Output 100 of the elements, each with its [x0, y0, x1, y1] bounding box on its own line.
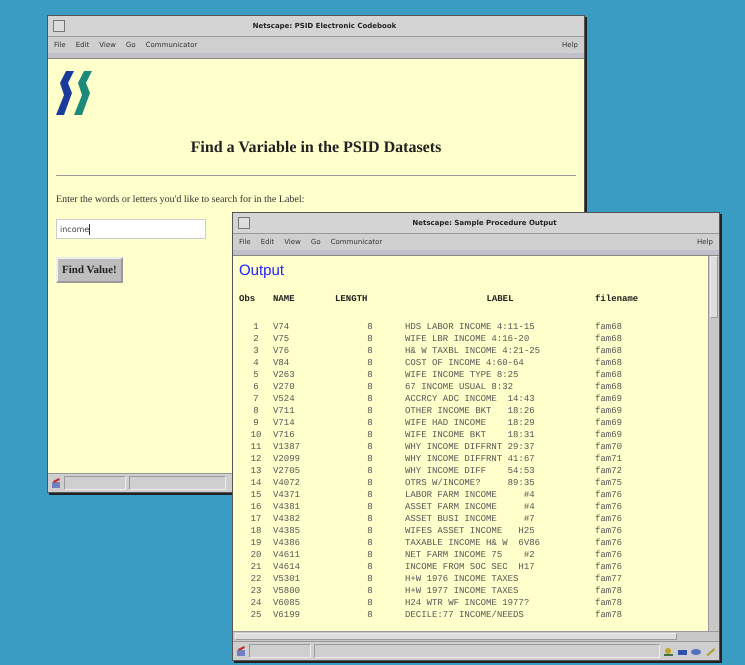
- discussion-icon[interactable]: [691, 646, 702, 656]
- table-cell-text: V263: [273, 369, 296, 381]
- table-cell-text: fam68: [595, 381, 624, 393]
- table-cell-text: 13: [250, 465, 262, 477]
- table-cell-text: 8: [366, 393, 374, 405]
- table-cell-text: 8: [366, 537, 374, 549]
- output-heading: Output: [239, 262, 286, 279]
- table-cell-text: ACCRCY ADC INCOME 14:43: [405, 393, 536, 405]
- table-cell-text: 8: [366, 597, 374, 609]
- table-cell-text: 8: [366, 477, 374, 489]
- table-cell-text: fam69: [595, 393, 624, 405]
- table-cell-text: 17: [250, 513, 262, 525]
- table-cell-text: 1: [252, 321, 260, 333]
- table-cell-text: 24: [250, 597, 262, 609]
- table-cell-text: V1387: [273, 441, 302, 453]
- table-cell-text: HDS LABOR INCOME 4:11-15: [405, 321, 536, 333]
- table-cell-text: H+W 1977 INCOME TAXES: [405, 585, 520, 597]
- window-menu-button[interactable]: [53, 20, 65, 32]
- column-header: LENGTH: [335, 293, 368, 305]
- table-cell-text: 15: [250, 489, 262, 501]
- table-cell-text: 18: [250, 525, 262, 537]
- table-cell-text: V2099: [273, 453, 302, 465]
- table-cell-text: 8: [366, 561, 374, 573]
- table-cell-text: V75: [273, 333, 290, 345]
- table-cell-text: 8: [366, 333, 374, 345]
- navigator-icon[interactable]: [663, 646, 674, 656]
- table-cell-text: 25: [250, 609, 262, 621]
- table-cell-text: H+W 1976 INCOME TAXES: [405, 573, 520, 585]
- table-cell-text: 22: [250, 573, 262, 585]
- table-cell-text: 8: [366, 321, 374, 333]
- table-cell-text: V6199: [273, 609, 302, 621]
- table-cell-text: fam76: [595, 525, 624, 537]
- table-cell-text: 67 INCOME USUAL 8:32: [405, 381, 514, 393]
- search-field[interactable]: income: [56, 219, 206, 239]
- table-cell-text: OTRS W/INCOME? 89:35: [405, 477, 536, 489]
- table-cell-text: fam76: [595, 501, 624, 513]
- table-cell-text: fam70: [595, 441, 624, 453]
- table-cell-text: H24 WTR WF INCOME 1977?: [405, 597, 530, 609]
- table-cell-text: 8: [252, 405, 260, 417]
- table-cell-text: DECILE:77 INCOME/NEEDS: [405, 609, 525, 621]
- table-cell-text: 8: [366, 549, 374, 561]
- table-cell-text: 4: [252, 357, 260, 369]
- table-cell-text: fam69: [595, 429, 624, 441]
- table-cell-text: WHY INCOME DIFF 54:53: [405, 465, 536, 477]
- table-cell-text: fam68: [595, 345, 624, 357]
- table-cell-text: 16: [250, 501, 262, 513]
- table-cell-text: fam78: [595, 597, 624, 609]
- table-cell-text: 8: [366, 381, 374, 393]
- table-cell-text: V2705: [273, 465, 302, 477]
- table-cell-text: WIFE HAD INCOME 18:29: [405, 417, 536, 429]
- table-cell-text: V711: [273, 405, 296, 417]
- search-prompt: Enter the words or letters you'd like to search for in the Label:: [56, 194, 306, 205]
- table-cell-text: fam72: [595, 465, 624, 477]
- table-cell-text: fam76: [595, 537, 624, 549]
- table-cell-text: 8: [366, 417, 374, 429]
- table-cell-text: fam78: [595, 585, 624, 597]
- table-cell-text: 8: [366, 429, 374, 441]
- table-cell-text: fam69: [595, 405, 624, 417]
- table-cell-text: COST OF INCOME 4:60-64: [405, 357, 525, 369]
- table-cell-text: 8: [366, 609, 374, 621]
- window-menu-button[interactable]: [238, 217, 250, 229]
- table-cell-text: 8: [366, 501, 374, 513]
- table-cell-text: fam68: [595, 321, 624, 333]
- table-cell-text: 8: [366, 453, 374, 465]
- vertical-scrollbar[interactable]: [708, 256, 719, 631]
- table-cell-text: 8: [366, 513, 374, 525]
- table-cell-text: V4386: [273, 537, 302, 549]
- composer-icon[interactable]: [705, 646, 716, 656]
- table-cell-text: 8: [366, 489, 374, 501]
- table-cell-text: 11: [250, 441, 262, 453]
- table-cell-text: 21: [250, 561, 262, 573]
- table-cell-text: 5: [252, 369, 260, 381]
- table-cell-text: V76: [273, 345, 290, 357]
- table-cell-text: 8: [366, 345, 374, 357]
- table-cell-text: TAXABLE INCOME H& W 6V86: [405, 537, 542, 549]
- table-cell-text: fam68: [595, 369, 624, 381]
- table-cell-text: H& W TAXBL INCOME 4:21-25: [405, 345, 542, 357]
- table-cell-text: fam76: [595, 489, 624, 501]
- table-cell-text: fam68: [595, 333, 624, 345]
- table-cell-text: V4614: [273, 561, 302, 573]
- column-header: LABEL: [485, 293, 514, 305]
- table-cell-text: fam78: [595, 609, 624, 621]
- table-cell-text: WHY INCOME DIFFRNT 29:37: [405, 441, 536, 453]
- table-cell-text: V4072: [273, 477, 302, 489]
- table-cell-text: 20: [250, 549, 262, 561]
- find-button[interactable]: Find Value!: [56, 257, 123, 283]
- table-cell-text: V5800: [273, 585, 302, 597]
- table-cell-text: 8: [366, 357, 374, 369]
- table-cell-text: fam71: [595, 453, 624, 465]
- security-icon[interactable]: [236, 646, 246, 656]
- table-cell-text: 2: [252, 333, 260, 345]
- table-cell-text: 10: [250, 429, 262, 441]
- table-cell-text: V74: [273, 321, 290, 333]
- table-cell-text: WIFE INCOME TYPE 8:25: [405, 369, 520, 381]
- table-cell-text: INCOME FROM SOC SEC H17: [405, 561, 536, 573]
- security-icon[interactable]: [51, 478, 61, 488]
- table-cell-text: 8: [366, 573, 374, 585]
- table-cell-text: 6: [252, 381, 260, 393]
- table-cell-text: fam69: [595, 417, 624, 429]
- table-cell-text: V716: [273, 429, 296, 441]
